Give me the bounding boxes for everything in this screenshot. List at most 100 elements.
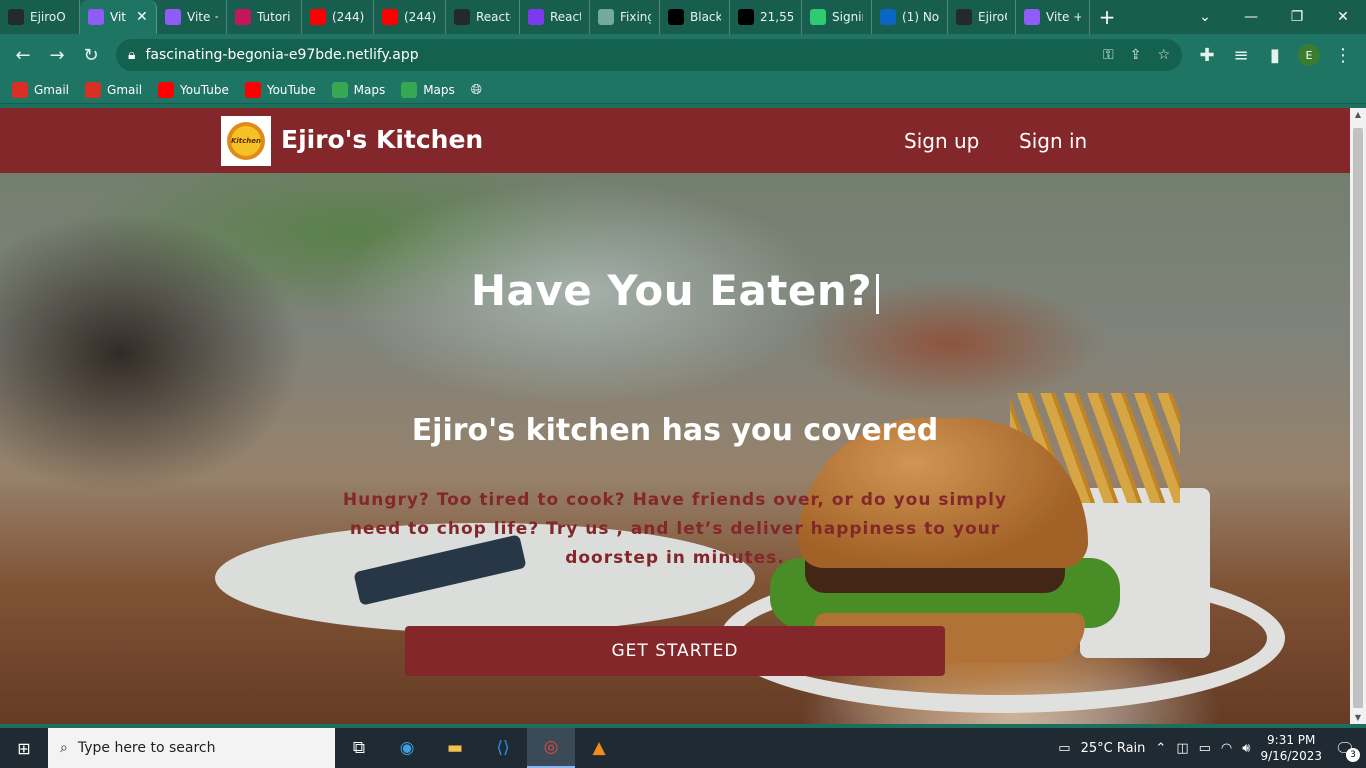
restore-button[interactable]: ❐: [1274, 0, 1320, 34]
url-text: fascinating-begonia-e97bde.netlify.app: [145, 47, 419, 63]
task-view-icon[interactable]: ⧉: [335, 728, 383, 768]
edge-icon[interactable]: ◉: [383, 728, 431, 768]
menu-icon[interactable]: ⋮: [1328, 40, 1358, 70]
bookmark-2[interactable]: YouTube: [158, 81, 229, 98]
maps-icon: [401, 81, 418, 98]
meet-icon[interactable]: ◫: [1176, 741, 1188, 756]
reload-button[interactable]: ↻: [76, 40, 106, 70]
notification-center-icon[interactable]: 🗨︎ 3: [1332, 739, 1360, 762]
tab-label: EjiroO: [978, 10, 1007, 24]
tray-chevron-icon[interactable]: ⌃: [1155, 741, 1166, 756]
media-icon[interactable]: ≡: [1226, 40, 1256, 70]
github-icon: [454, 9, 470, 25]
get-started-button[interactable]: GET STARTED: [405, 626, 945, 676]
wifi-icon[interactable]: ◠: [1221, 741, 1232, 756]
page-viewport: Kitchen Ejiro's Kitchen Sign up Sign in …: [0, 108, 1350, 724]
close-tab-icon[interactable]: ✕: [136, 9, 148, 25]
tab-14[interactable]: Vite +: [1016, 0, 1090, 34]
forward-button[interactable]: →: [42, 40, 72, 70]
gmail-icon: [85, 81, 102, 98]
youtube-icon: [310, 9, 326, 25]
bookmarks-bar: Gmail Gmail YouTube YouTube Maps Maps 🌐︎: [0, 76, 1366, 104]
tab-label: (1) No: [902, 10, 939, 24]
tab-2[interactable]: Vite +: [157, 0, 227, 34]
tab-6[interactable]: React-: [446, 0, 520, 34]
bookmark-3[interactable]: YouTube: [244, 81, 316, 98]
notification-badge: 3: [1346, 747, 1360, 762]
scrollbar-thumb[interactable]: [1353, 128, 1363, 708]
youtube-icon: [158, 81, 175, 98]
tab-12[interactable]: (1) No: [872, 0, 948, 34]
side-panel-icon[interactable]: ▮: [1260, 40, 1290, 70]
tab-4[interactable]: (244): [302, 0, 374, 34]
tab-list: EjiroO Vit ✕ Vite + Tutori (244) (244) React- Re…: [0, 0, 1090, 34]
hero-description: Hungry? Too tired to cook? Have friends …: [342, 490, 1008, 568]
tab-5[interactable]: (244): [374, 0, 446, 34]
vscode-icon[interactable]: ⟨⟩: [479, 728, 527, 768]
bookmark-0[interactable]: Gmail: [12, 81, 70, 98]
tab-label: Signin: [832, 10, 863, 24]
bookmark-label: YouTube: [266, 82, 316, 97]
hero-title-text: Have You Eaten?: [470, 266, 873, 315]
tab-9[interactable]: Black: [660, 0, 730, 34]
page-scrollbar[interactable]: ▲ ▼: [1350, 108, 1366, 724]
signup-link[interactable]: Sign up: [904, 129, 979, 153]
weather-text[interactable]: 25°C Rain: [1081, 741, 1146, 756]
bookmark-label: Gmail: [34, 82, 70, 97]
search-icon: ⌕: [60, 740, 68, 756]
tab-search-icon[interactable]: ⌄: [1182, 0, 1228, 34]
key-icon[interactable]: ⚿: [1103, 47, 1114, 63]
clock[interactable]: 9:31 PM 9/16/2023: [1260, 732, 1322, 764]
scroll-up-icon[interactable]: ▲: [1350, 110, 1366, 119]
profile-button[interactable]: E: [1294, 40, 1324, 70]
tab-7[interactable]: React: [520, 0, 590, 34]
brand-name[interactable]: Ejiro's Kitchen: [281, 125, 483, 154]
system-tray: ▭ 25°C Rain ⌃ ◫ ▭ ◠ 🔊︎ 9:31 PM 9/16/2023…: [1058, 732, 1366, 764]
tab-label: Vite +: [187, 10, 218, 24]
youtube-icon: [382, 9, 398, 25]
tab-10[interactable]: 21,55(: [730, 0, 802, 34]
minimize-button[interactable]: —: [1228, 0, 1274, 34]
globe-icon[interactable]: 🌐︎: [471, 82, 482, 98]
weather-icon[interactable]: ▭: [1058, 741, 1070, 756]
browser-toolbar: ← → ↻ 🔒︎ fascinating-begonia-e97bde.netl…: [0, 34, 1366, 76]
window-controls: ⌄ — ❐ ✕: [1182, 0, 1366, 34]
tab-label: Black: [690, 10, 721, 24]
taskbar-search[interactable]: ⌕ Type here to search: [48, 728, 335, 768]
volume-icon[interactable]: 🔊︎: [1242, 741, 1250, 756]
battery-icon[interactable]: ▭: [1199, 741, 1211, 756]
signin-link[interactable]: Sign in: [1019, 129, 1087, 153]
tab-label: EjiroO: [30, 10, 66, 24]
gmail-icon: [12, 81, 28, 98]
vite-icon: [88, 9, 104, 25]
back-button[interactable]: ←: [8, 40, 38, 70]
extensions-icon[interactable]: ✚: [1192, 40, 1222, 70]
share-icon[interactable]: ⇪: [1130, 47, 1142, 63]
close-window-button[interactable]: ✕: [1320, 0, 1366, 34]
new-tab-button[interactable]: +: [1090, 5, 1124, 29]
tab-3[interactable]: Tutori: [227, 0, 302, 34]
vlc-icon[interactable]: ▲: [575, 728, 623, 768]
clock-date: 9/16/2023: [1260, 749, 1322, 763]
clock-time: 9:31 PM: [1267, 733, 1316, 747]
windows-start-icon[interactable]: ⊞: [0, 728, 48, 768]
scroll-down-icon[interactable]: ▼: [1350, 713, 1366, 722]
chrome-icon[interactable]: ◎: [527, 728, 575, 768]
bookmark-4[interactable]: Maps: [331, 81, 385, 98]
tab-8[interactable]: Fixing: [590, 0, 660, 34]
vite-icon: [1024, 9, 1040, 25]
file-explorer-icon[interactable]: ▬: [431, 728, 479, 768]
react-icon: [528, 9, 544, 25]
tab-1[interactable]: Vit ✕: [80, 0, 157, 34]
tab-13[interactable]: EjiroO: [948, 0, 1016, 34]
search-placeholder: Type here to search: [77, 740, 216, 756]
address-bar[interactable]: 🔒︎ fascinating-begonia-e97bde.netlify.ap…: [116, 39, 1182, 71]
tab-0[interactable]: EjiroO: [0, 0, 80, 34]
site-logo[interactable]: Kitchen: [221, 116, 271, 166]
tab-11[interactable]: Signin: [802, 0, 872, 34]
bookmark-1[interactable]: Gmail: [85, 81, 142, 98]
bookmark-5[interactable]: Maps: [401, 81, 455, 98]
logo-emblem: Kitchen: [227, 122, 265, 160]
bookmark-star-icon[interactable]: ☆: [1157, 47, 1170, 63]
arrow-icon: [235, 9, 251, 25]
